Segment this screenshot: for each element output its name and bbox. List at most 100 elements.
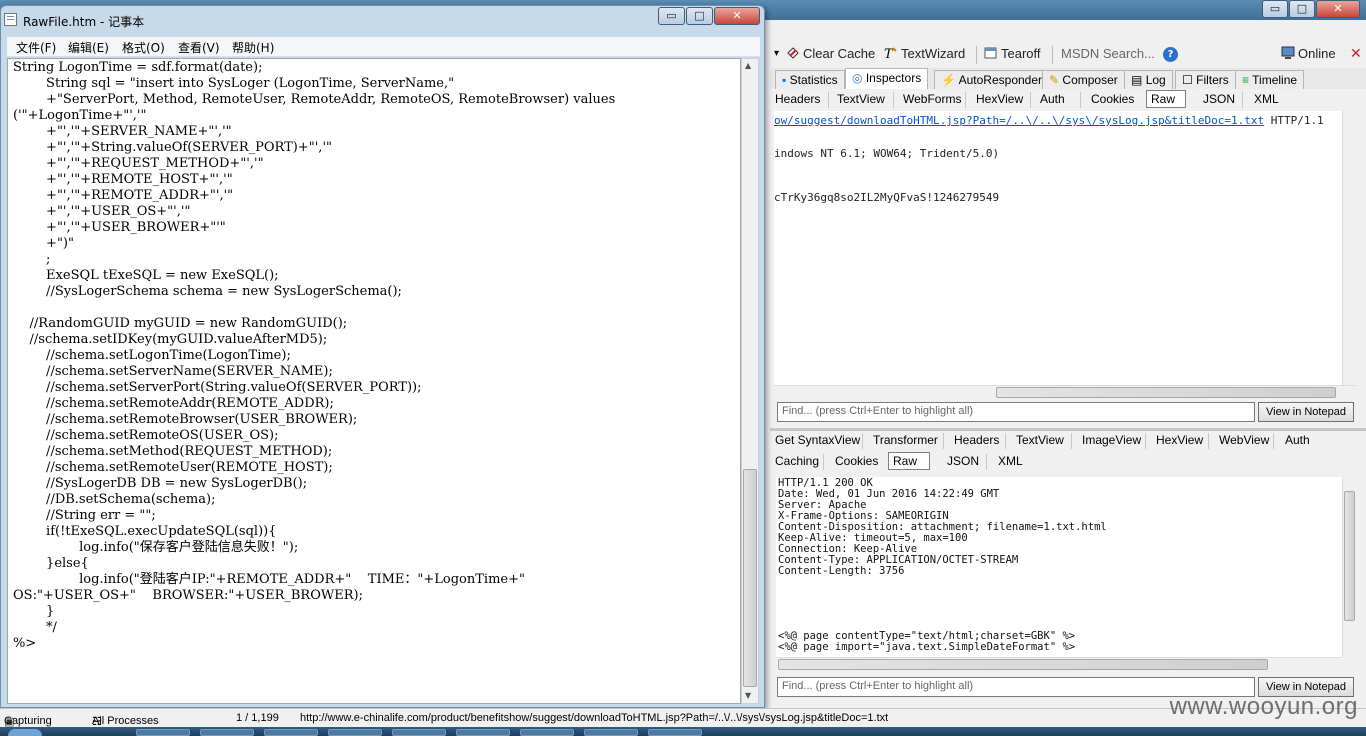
taskbar-item[interactable] xyxy=(200,729,254,736)
scroll-down-icon[interactable]: ▼ xyxy=(745,691,751,700)
resp-tab-headers[interactable]: Headers xyxy=(954,433,999,447)
req-tab-auth[interactable]: Auth xyxy=(1040,92,1065,106)
code-line: +"','"+USER_BROWER+"'" xyxy=(13,220,226,235)
taskbar-item[interactable] xyxy=(584,729,638,736)
code-line: }else{ xyxy=(13,556,89,571)
tearoff-button[interactable]: Tearoff xyxy=(984,46,1041,61)
textwizard-label: TextWizard xyxy=(901,46,966,61)
tab-statistics[interactable]: ▪ Statistics xyxy=(775,70,845,90)
online-indicator: Online xyxy=(1281,46,1336,61)
code-line: } xyxy=(13,604,55,619)
code-line: //schema.setRemoteBrowser(USER_BROWER); xyxy=(13,412,358,427)
request-find-input[interactable]: Find... (press Ctrl+Enter to highlight a… xyxy=(777,402,1255,422)
code-line: //schema.setLogonTime(LogonTime); xyxy=(13,348,291,363)
tab-divider xyxy=(823,454,824,470)
req-tab-hexview[interactable]: HexView xyxy=(976,92,1023,106)
taskbar-item[interactable] xyxy=(648,729,702,736)
taskbar-item[interactable] xyxy=(520,729,574,736)
notepad-vertical-scrollbar[interactable]: ▲ ▼ xyxy=(741,58,759,704)
resp-tab-syntaxview[interactable]: Get SyntaxView xyxy=(775,433,860,447)
resp-tab-transformer[interactable]: Transformer xyxy=(873,433,938,447)
menu-help[interactable]: 帮助(H) xyxy=(232,39,274,56)
tab-filters[interactable]: ☐ Filters xyxy=(1175,70,1236,90)
menu-file[interactable]: 文件(F) xyxy=(16,39,56,56)
notepad-text-area[interactable]: String LogonTime = sdf.format(date); Str… xyxy=(7,58,741,704)
toolbar-dropdown-icon[interactable]: ▾ xyxy=(774,48,779,59)
tab-timeline[interactable]: ≡ Timeline xyxy=(1235,70,1305,90)
tab-divider xyxy=(828,92,829,108)
resp-tab-caching[interactable]: Caching xyxy=(775,454,819,468)
request-raw-text[interactable]: ow/suggest/downloadToHTML.jsp?Path=/..\/… xyxy=(774,111,1342,385)
scroll-up-icon[interactable]: ▲ xyxy=(745,61,751,70)
code-line: //schema.setServerPort(String.valueOf(SE… xyxy=(13,380,422,395)
response-horizontal-scrollbar[interactable] xyxy=(776,657,1342,671)
taskbar-item[interactable] xyxy=(328,729,382,736)
start-button[interactable] xyxy=(8,729,42,736)
code-line: if(!tExeSQL.execUpdateSQL(sql)){ xyxy=(13,524,277,539)
notepad-minimize-button[interactable]: ▭ xyxy=(658,7,685,25)
taskbar-item[interactable] xyxy=(136,729,190,736)
request-scroll-thumb[interactable] xyxy=(996,387,1336,398)
request-url[interactable]: ow/suggest/downloadToHTML.jsp?Path=/..\/… xyxy=(774,114,1264,127)
req-tab-webforms[interactable]: WebForms xyxy=(903,92,961,106)
menu-view[interactable]: 查看(V) xyxy=(178,39,220,56)
response-hscroll-thumb[interactable] xyxy=(778,659,1268,670)
resp-tab-hexview[interactable]: HexView xyxy=(1156,433,1203,447)
tab-composer[interactable]: ✎ Composer xyxy=(1042,70,1125,90)
taskbar-item[interactable] xyxy=(264,729,318,736)
notepad-maximize-button[interactable]: □ xyxy=(686,7,713,25)
notepad-code: String LogonTime = sdf.format(date); Str… xyxy=(13,60,615,652)
request-view-in-notepad-button[interactable]: View in Notepad xyxy=(1258,402,1354,422)
code-line: log.info("登陆客户IP:"+REMOTE_ADDR+" TIME："+… xyxy=(13,572,525,587)
request-vertical-scrollbar[interactable] xyxy=(1342,111,1356,385)
request-horizontal-scrollbar[interactable] xyxy=(774,385,1356,399)
code-line: String sql = "insert into SysLoger (Logo… xyxy=(13,76,455,91)
fiddler-minimize-button[interactable]: ▭ xyxy=(1262,0,1288,18)
fiddler-maximize-button[interactable]: □ xyxy=(1289,0,1315,18)
msdn-search-input[interactable]: MSDN Search... xyxy=(1061,46,1155,61)
req-tab-cookies[interactable]: Cookies xyxy=(1091,92,1134,106)
resp-tab-auth[interactable]: Auth xyxy=(1285,433,1310,447)
close-toolbar-icon[interactable]: ✕ xyxy=(1350,46,1362,62)
req-tab-xml[interactable]: XML xyxy=(1254,92,1279,106)
code-line: +")" xyxy=(13,236,74,251)
tab-inspectors[interactable]: ◎ Inspectors xyxy=(845,68,929,90)
textwizard-button[interactable]: T TextWizard xyxy=(884,46,966,62)
response-scroll-thumb[interactable] xyxy=(1344,491,1355,621)
resp-tab-textview[interactable]: TextView xyxy=(1016,433,1064,447)
tab-autoresponder[interactable]: ⚡ AutoResponder xyxy=(934,70,1050,90)
req-tab-headers[interactable]: Headers xyxy=(775,92,820,106)
resp-tab-xml[interactable]: XML xyxy=(998,454,1023,468)
resp-tab-cookies[interactable]: Cookies xyxy=(835,454,878,468)
menu-format[interactable]: 格式(O) xyxy=(122,39,165,56)
code-line: //schema.setRemoteOS(USER_OS); xyxy=(13,428,279,443)
notepad-close-button[interactable]: ✕ xyxy=(714,7,760,25)
fiddler-statusbar: ▣ Capturing ☷ All Processes 1 / 1,199 ht… xyxy=(0,708,1366,728)
resp-tab-imageview[interactable]: ImageView xyxy=(1082,433,1141,447)
notepad-scroll-thumb[interactable] xyxy=(743,469,757,687)
tab-log[interactable]: ▤ Log xyxy=(1124,70,1173,90)
tearoff-label: Tearoff xyxy=(1001,46,1041,61)
resp-tab-webview[interactable]: WebView xyxy=(1219,433,1269,447)
watermark: www.wooyun.org xyxy=(1169,693,1358,720)
code-line: //String err = ""; xyxy=(13,508,156,523)
resp-tab-json[interactable]: JSON xyxy=(947,454,979,468)
tab-label: Statistics xyxy=(789,73,838,87)
fiddler-close-button[interactable]: ✕ xyxy=(1316,0,1360,18)
code-line: //schema.setServerName(SERVER_NAME); xyxy=(13,364,333,379)
clear-cache-button[interactable]: Clear Cache xyxy=(786,46,875,61)
req-tab-json[interactable]: JSON xyxy=(1203,92,1235,106)
response-raw-text[interactable]: HTTP/1.1 200 OK Date: Wed, 01 Jun 2016 1… xyxy=(776,477,1342,657)
online-label: Online xyxy=(1298,46,1336,61)
tab-label: Filters xyxy=(1196,73,1229,87)
menu-edit[interactable]: 编辑(E) xyxy=(68,39,109,56)
taskbar-item[interactable] xyxy=(456,729,510,736)
resp-tab-raw[interactable]: Raw xyxy=(888,452,930,470)
notepad-menubar: 文件(F) 编辑(E) 格式(O) 查看(V) 帮助(H) xyxy=(7,37,760,57)
response-vertical-scrollbar[interactable] xyxy=(1342,477,1356,657)
taskbar-item[interactable] xyxy=(392,729,446,736)
req-tab-textview[interactable]: TextView xyxy=(837,92,885,106)
req-tab-raw[interactable]: Raw xyxy=(1146,90,1186,108)
help-icon[interactable]: ? xyxy=(1163,47,1178,62)
